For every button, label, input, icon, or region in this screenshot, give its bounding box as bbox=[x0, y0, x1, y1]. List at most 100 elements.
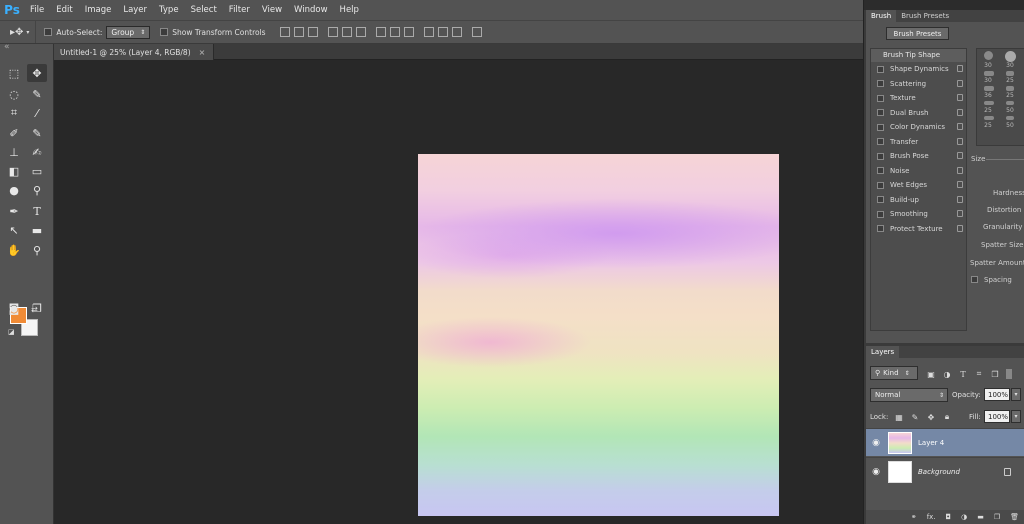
lock-transparency-icon[interactable]: ▦ bbox=[894, 412, 904, 422]
default-colors-icon[interactable]: ◪ bbox=[8, 328, 15, 336]
brush-tip-icon[interactable] bbox=[1006, 101, 1014, 105]
show-transform-checkbox[interactable] bbox=[160, 28, 169, 36]
option-checkbox[interactable] bbox=[877, 225, 884, 233]
align-vcenter-icon[interactable] bbox=[293, 27, 304, 37]
menu-filter[interactable]: Filter bbox=[223, 0, 256, 20]
lock-icon[interactable] bbox=[957, 137, 963, 145]
new-layer-icon[interactable]: ❐ bbox=[994, 513, 1000, 521]
distribute-top-icon[interactable] bbox=[375, 27, 386, 37]
option-checkbox[interactable] bbox=[877, 196, 884, 204]
option-checkbox[interactable] bbox=[877, 109, 884, 117]
size-slider[interactable] bbox=[986, 159, 1024, 160]
lock-icon[interactable] bbox=[957, 195, 963, 203]
type-tool-icon[interactable]: T bbox=[27, 202, 47, 220]
screen-mode-icon[interactable]: ❐ bbox=[27, 299, 47, 317]
lock-icon[interactable] bbox=[957, 166, 963, 174]
option-checkbox[interactable] bbox=[877, 65, 884, 73]
option-checkbox[interactable] bbox=[877, 138, 884, 146]
folder-icon[interactable]: ▬ bbox=[977, 513, 984, 521]
collapse-icon[interactable] bbox=[2, 42, 52, 52]
path-select-tool-icon[interactable]: ↖ bbox=[4, 221, 24, 239]
brush-option-shape-dynamics[interactable]: Shape Dynamics bbox=[871, 62, 966, 77]
brush-tool-icon[interactable]: ✎ bbox=[27, 124, 47, 142]
align-top-icon[interactable] bbox=[279, 27, 290, 37]
adjustment-filter-icon[interactable]: ◑ bbox=[942, 369, 952, 379]
align-hcenter-icon[interactable] bbox=[341, 27, 352, 37]
brush-presets-button[interactable]: Brush Presets bbox=[886, 27, 949, 40]
shape-filter-icon[interactable]: ⌗ bbox=[974, 369, 984, 379]
fx-icon[interactable]: fx. bbox=[927, 513, 936, 521]
clone-stamp-tool-icon[interactable]: ⊥ bbox=[4, 143, 24, 161]
tab-brush-presets[interactable]: Brush Presets bbox=[896, 10, 954, 22]
option-checkbox[interactable] bbox=[877, 181, 884, 189]
menu-view[interactable]: View bbox=[256, 0, 288, 20]
lock-icon[interactable] bbox=[957, 65, 963, 72]
gradient-tool-icon[interactable]: ▭ bbox=[27, 162, 47, 180]
tool-preset-picker[interactable]: ▸✥ ▾ bbox=[0, 21, 37, 43]
mask-icon[interactable]: ◘ bbox=[946, 513, 952, 521]
type-filter-icon[interactable]: T bbox=[958, 369, 968, 379]
brush-option-transfer[interactable]: Transfer bbox=[871, 135, 966, 150]
option-checkbox[interactable] bbox=[877, 167, 884, 175]
align-left-icon[interactable] bbox=[327, 27, 338, 37]
eyedropper-tool-icon[interactable]: ⁄ bbox=[27, 104, 47, 122]
menu-window[interactable]: Window bbox=[288, 0, 334, 20]
brush-option-scattering[interactable]: Scattering bbox=[871, 77, 966, 92]
lock-all-icon[interactable]: 🔒︎ bbox=[942, 412, 952, 422]
hand-tool-icon[interactable]: ✋ bbox=[4, 241, 24, 259]
menu-edit[interactable]: Edit bbox=[50, 0, 78, 20]
document-canvas[interactable] bbox=[418, 154, 779, 516]
layer-row[interactable]: ◉ Background bbox=[866, 457, 1024, 485]
lock-icon[interactable] bbox=[957, 94, 963, 101]
brush-tip-icon[interactable] bbox=[984, 101, 994, 105]
smart-object-filter-icon[interactable]: ❒ bbox=[990, 369, 1000, 379]
option-checkbox[interactable] bbox=[877, 123, 884, 131]
fill-dropdown-arrow[interactable]: ▾ bbox=[1011, 410, 1021, 423]
distribute-left-icon[interactable] bbox=[423, 27, 434, 37]
brush-option-noise[interactable]: Noise bbox=[871, 164, 966, 179]
align-right-icon[interactable] bbox=[355, 27, 366, 37]
distribute-vcenter-icon[interactable] bbox=[389, 27, 400, 37]
fill-input[interactable]: 100% bbox=[984, 410, 1010, 423]
menu-file[interactable]: File bbox=[24, 0, 50, 20]
menu-image[interactable]: Image bbox=[79, 0, 118, 20]
adjustment-icon[interactable]: ◑ bbox=[961, 513, 967, 521]
lock-icon[interactable] bbox=[957, 181, 963, 188]
pen-tool-icon[interactable]: ✒ bbox=[4, 202, 24, 220]
menu-layer[interactable]: Layer bbox=[117, 0, 153, 20]
option-checkbox[interactable] bbox=[877, 80, 884, 88]
brush-option-texture[interactable]: Texture bbox=[871, 91, 966, 106]
blend-mode-dropdown[interactable]: Normal ⇕ bbox=[870, 388, 948, 402]
brush-option-brush-pose[interactable]: Brush Pose bbox=[871, 149, 966, 164]
brush-option-wet-edges[interactable]: Wet Edges bbox=[871, 178, 966, 193]
blur-tool-icon[interactable]: ● bbox=[4, 181, 24, 199]
lock-icon[interactable] bbox=[957, 79, 963, 87]
lock-icon[interactable] bbox=[957, 108, 963, 116]
move-tool-icon[interactable]: ✥ bbox=[27, 64, 47, 82]
close-icon[interactable]: × bbox=[199, 48, 206, 57]
align-bottom-icon[interactable] bbox=[307, 27, 318, 37]
tab-brush[interactable]: Brush bbox=[866, 10, 897, 22]
crop-tool-icon[interactable]: ⌗ bbox=[4, 104, 24, 122]
quick-select-tool-icon[interactable]: ✎ bbox=[27, 85, 47, 103]
brush-option-protect-texture[interactable]: Protect Texture bbox=[871, 222, 966, 237]
brush-tip-hard-icon[interactable] bbox=[1005, 51, 1016, 62]
tab-layers[interactable]: Layers bbox=[866, 346, 900, 358]
trash-icon[interactable]: 🗑︎ bbox=[1010, 513, 1019, 521]
layer-filter-kind[interactable]: ⚲ Kind ⇕ bbox=[870, 366, 918, 380]
zoom-tool-icon[interactable]: ⚲ bbox=[27, 241, 47, 259]
brush-tips-grid[interactable]: 30 30 30 25 36 25 25 50 25 50 bbox=[976, 48, 1024, 146]
opacity-dropdown-arrow[interactable]: ▾ bbox=[1011, 388, 1021, 401]
menu-help[interactable]: Help bbox=[334, 0, 365, 20]
option-checkbox[interactable] bbox=[877, 210, 884, 218]
brush-tip-icon[interactable] bbox=[984, 71, 994, 76]
brush-tip-shape-item[interactable]: Brush Tip Shape bbox=[871, 49, 966, 62]
distribute-bottom-icon[interactable] bbox=[403, 27, 414, 37]
shape-tool-icon[interactable]: ▬ bbox=[27, 221, 47, 239]
link-icon[interactable]: ⚭ bbox=[911, 513, 917, 521]
visibility-eye-icon[interactable]: ◉ bbox=[866, 438, 886, 448]
option-checkbox[interactable] bbox=[877, 94, 884, 102]
lock-icon[interactable] bbox=[957, 210, 963, 217]
brush-tip-icon[interactable] bbox=[984, 116, 994, 120]
brush-tip-icon[interactable] bbox=[1006, 71, 1014, 76]
